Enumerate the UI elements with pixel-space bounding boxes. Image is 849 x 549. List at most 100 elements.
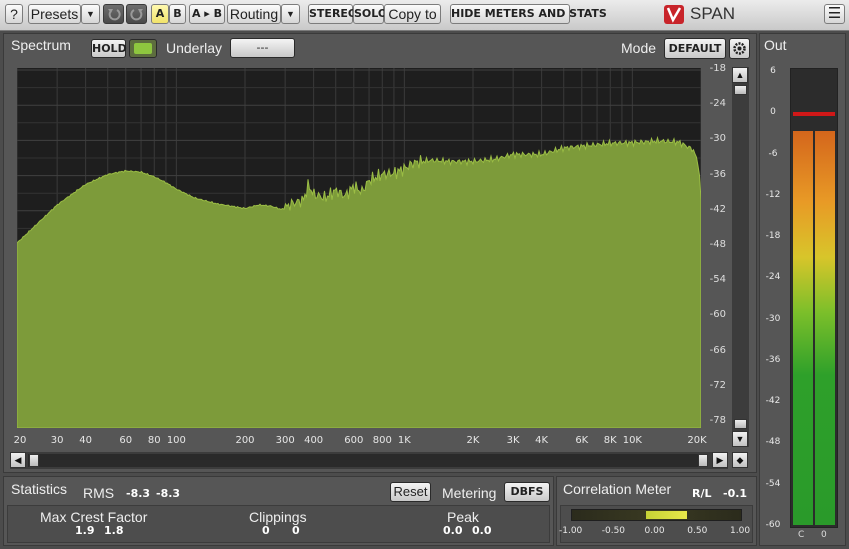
out-scale-label: -42 [765,396,781,407]
reset-button[interactable]: Reset [390,482,431,502]
copy-a-to-b-button[interactable]: A ▸ B [189,4,225,24]
clip-left-value: 0 [262,524,270,537]
y-tick-label: -60 [709,309,726,321]
y-tick-label: -66 [709,344,726,356]
routing-button[interactable]: Routing [227,4,281,24]
rms-label: RMS [83,485,115,501]
hold-button[interactable]: HOLD [91,39,127,58]
x-tick-label: 10K [622,435,643,446]
correlation-title: Correlation Meter [563,481,672,497]
x-tick-label: 600 [344,435,364,446]
vertical-scroll-thumb-bottom[interactable] [734,419,747,429]
logo-glyph [666,7,682,23]
preset-b-button[interactable]: B [169,4,186,24]
voxengo-logo-icon [664,5,684,24]
y-tick-label: -24 [709,98,726,110]
horizontal-scroll-thumb-right[interactable] [698,454,708,467]
underlay-select[interactable]: --- [230,38,295,58]
out-scale-label: -24 [765,272,781,283]
clip-right-value: 0 [292,524,300,537]
horizontal-scroll-thumb-left[interactable] [29,454,39,467]
out-channel-left: C [798,530,805,540]
x-tick-label: 3K [506,435,520,446]
x-tick-label: 40 [79,435,92,446]
out-scale-label: -30 [765,313,781,324]
correlation-scale-label: 1.00 [730,526,751,536]
out-scale-label: -60 [765,520,781,530]
y-tick-label: -42 [709,203,726,215]
y-tick-label: -78 [709,415,726,426]
out-scale-label: -36 [765,354,781,365]
y-tick-label: -36 [709,168,726,180]
correlation-scale-label: 0.00 [644,526,665,536]
out-scale-label: 6 [770,66,776,76]
spectrum-title: Spectrum [11,37,71,53]
underlay-label: Underlay [166,40,223,56]
preset-a-button[interactable]: A [151,4,169,24]
x-tick-label: 80 [147,435,161,446]
x-tick-label: 20 [13,435,27,446]
out-channel-right: 0 [821,530,827,540]
peak-right-value: 0.0 [472,524,492,537]
y-tick-label: -30 [709,133,726,145]
x-tick-label: 200 [235,435,255,446]
x-tick-label: 1K [397,435,411,446]
out-meter-right-bar [815,131,835,525]
hide-meters-button[interactable]: HIDE METERS AND STATS [450,4,607,24]
spectrum-graph [16,68,702,429]
peak-label: Peak [447,509,479,525]
x-tick-label: 8K [603,435,617,446]
out-meter-peak-hold [793,112,835,116]
copy-to-button[interactable]: Copy to [384,4,441,24]
vertical-scrollbar[interactable] [732,67,749,447]
scroll-down-icon[interactable]: ▼ [732,431,748,447]
rms-right-value: -8.3 [156,487,181,500]
x-tick-label: 30 [50,435,64,446]
mode-label: Mode [621,40,657,56]
out-scale-label: -18 [765,231,781,242]
x-tick-label: 800 [372,435,392,446]
spectrum-color-swatch [134,43,152,54]
x-tick-label: 400 [304,435,324,446]
solo-button[interactable]: SOLO [353,4,387,24]
gear-glyph [733,42,746,55]
max-crest-label: Max Crest Factor [40,509,148,525]
scroll-right-icon[interactable]: ▶ [712,452,728,468]
vertical-scroll-thumb-top[interactable] [734,85,747,95]
spectrum-color-toggle[interactable] [129,39,157,58]
redo-icon[interactable] [126,4,147,24]
x-tick-label: 20K [687,435,707,446]
scroll-up-icon[interactable]: ▲ [732,67,748,83]
undo-icon[interactable] [103,4,124,24]
crest-right-value: 1.8 [104,524,124,537]
undo-glyph [107,9,121,21]
presets-dropdown-icon[interactable]: ▼ [81,4,100,24]
y-tick-label: -72 [709,379,726,391]
zoom-reset-icon[interactable]: ◆ [732,452,748,468]
stereo-button[interactable]: STEREO [308,4,357,24]
out-meter-left-bar [793,131,813,525]
routing-dropdown-icon[interactable]: ▼ [281,4,300,24]
x-tick-label: 60 [119,435,133,446]
x-tick-label: 100 [166,435,186,446]
out-scale-label: -6 [768,148,778,159]
correlation-scale-label: -0.50 [601,526,626,536]
settings-gear-icon[interactable] [729,38,750,59]
y-tick-label: -18 [709,63,726,74]
spectrum-plot[interactable] [16,68,702,429]
y-tick-label: -48 [709,239,726,250]
scroll-left-icon[interactable]: ◀ [10,452,26,468]
out-scale-label: -54 [765,478,781,489]
presets-button[interactable]: Presets [28,4,81,24]
rms-left-value: -8.3 [126,487,151,500]
x-tick-label: 4K [535,435,549,446]
correlation-scale-label: -1.00 [559,526,583,536]
out-meter [790,68,838,528]
menu-icon[interactable]: ☰ [824,4,845,24]
horizontal-scroll-track [28,454,708,467]
out-scale-label: -12 [765,189,781,200]
help-button[interactable]: ? [5,4,23,24]
redo-glyph [129,9,143,21]
metering-select[interactable]: DBFS [504,482,550,502]
x-tick-label: 6K [575,435,589,446]
